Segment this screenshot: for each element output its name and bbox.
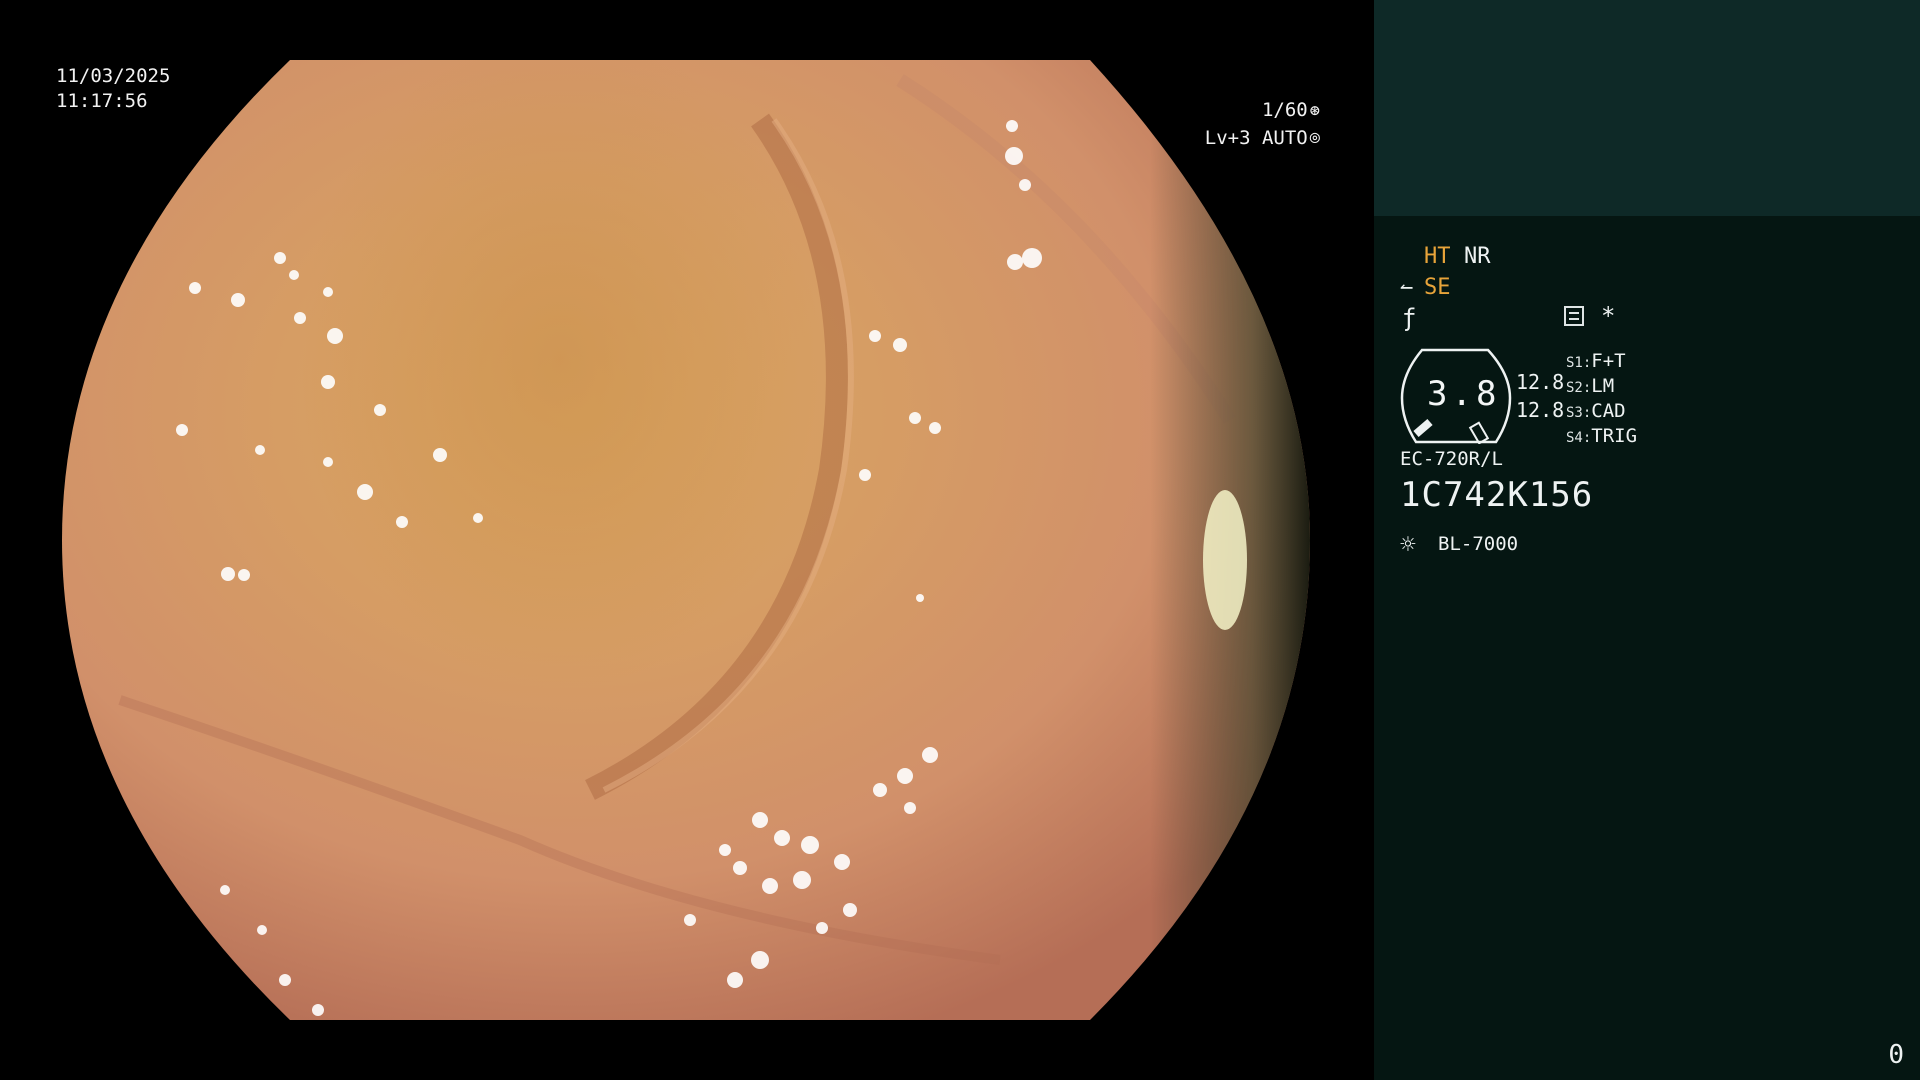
gauge-side-value-1: 12.8	[1516, 370, 1565, 394]
se-indicator: SE	[1424, 275, 1451, 300]
hooked-arrow-icon: ↼	[1400, 275, 1414, 300]
asterisk-indicator: *	[1601, 302, 1616, 330]
exam-date: 11/03/2025	[56, 65, 171, 87]
nr-indicator: NR	[1464, 244, 1491, 269]
light-source: BL-7000	[1438, 533, 1519, 555]
colon-mucosa-image	[62, 60, 1310, 1020]
light-level-value: Lv+3 AUTO	[1204, 127, 1308, 149]
gauge-value: 3.8	[1427, 374, 1501, 414]
iris-icon: ⌾	[1309, 129, 1320, 149]
switch-3: S3:CAD	[1566, 400, 1626, 422]
switch-4: S4:TRIG	[1566, 425, 1638, 447]
aperture-icon: ⊛	[1309, 101, 1320, 121]
switch-1: S1:F+T	[1566, 350, 1626, 372]
scope-serial: 1C742K156	[1400, 475, 1594, 515]
shutter-value: 1/60	[1261, 99, 1308, 121]
ht-indicator: HT	[1424, 244, 1451, 269]
sun-icon: ☼	[1400, 530, 1416, 560]
switch-2: S2:LM	[1566, 375, 1615, 397]
patient-info-area	[1374, 0, 1920, 216]
image-counter: 0	[1888, 1040, 1904, 1070]
light-level: Lv+3 AUTO ⌾	[1205, 125, 1320, 153]
scope-model: EC-720R/L	[1400, 448, 1503, 470]
endoscope-video-feed: 11/03/2025 11:17:56 1/60 ⊛ Lv+3 AUTO ⌾	[0, 0, 1374, 1080]
status-panel: HT NR ↼ SE ƒ * 3.8 12.8 12.8 S1:F+T S2:L…	[1374, 0, 1920, 1080]
exam-time: 11:17:56	[56, 90, 148, 112]
slashed-f-icon: ƒ	[1402, 304, 1417, 332]
shutter-speed: 1/60 ⊛	[1262, 97, 1320, 125]
gauge-side-value-2: 12.8	[1516, 398, 1565, 422]
menu-doc-icon	[1564, 306, 1584, 326]
